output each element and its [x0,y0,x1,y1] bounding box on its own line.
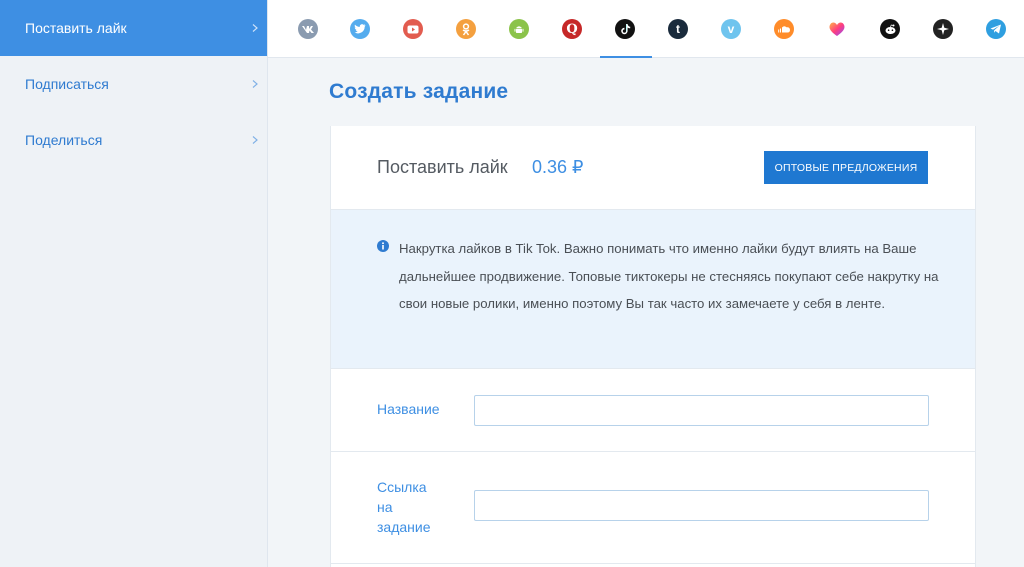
info-icon [377,239,389,252]
form-row-name: Название [331,369,975,452]
name-label: Название [377,401,440,417]
chevron-right-icon [251,24,259,32]
youtube-icon[interactable] [403,19,423,39]
vimeo-icon[interactable]: v [721,19,741,39]
task-price: 0.36 ₽ [532,157,584,177]
android-icon[interactable] [509,19,529,39]
task-card-header: Поставить лайк 0.36 ₽ ОПТОВЫЕ ПРЕДЛОЖЕНИ… [331,126,975,210]
task-link-input[interactable] [474,490,929,521]
info-text: Накрутка лайков в Tik Tok. Важно понимат… [399,241,939,311]
sidebar-item-share[interactable]: Поделиться [0,112,267,168]
sidebar: Поставить лайк Подписаться Поделиться [0,0,268,567]
odnoklassniki-icon[interactable] [456,19,476,39]
name-input[interactable] [474,395,929,426]
soundcloud-icon[interactable] [774,19,794,39]
sidebar-item-subscribe[interactable]: Подписаться [0,56,267,112]
sidebar-item-label: Поделиться [25,132,103,148]
chevron-right-icon [251,80,259,88]
telegram-icon[interactable] [986,19,1006,39]
info-panel: Накрутка лайков в Tik Tok. Важно понимат… [331,210,975,369]
likee-icon[interactable] [827,19,847,39]
compass-icon[interactable] [933,19,953,39]
page-title: Создать задание [329,80,509,103]
active-tab-indicator [600,56,652,58]
reddit-icon[interactable] [880,19,900,39]
social-network-bar: Q t v [268,0,1024,58]
form-row-link: Ссылка на задание [331,452,975,564]
task-link-label: Ссылка на задание [377,479,431,535]
wholesale-offers-button[interactable]: ОПТОВЫЕ ПРЕДЛОЖЕНИЯ [764,151,928,184]
sidebar-item-like[interactable]: Поставить лайк [0,0,267,56]
twitter-icon[interactable] [350,19,370,39]
tiktok-icon[interactable] [615,19,635,39]
quora-icon[interactable]: Q [562,19,582,39]
tumblr-icon[interactable]: t [668,19,688,39]
sidebar-item-label: Поставить лайк [25,20,127,36]
vk-icon[interactable] [298,19,318,39]
task-card: Поставить лайк 0.36 ₽ ОПТОВЫЕ ПРЕДЛОЖЕНИ… [330,126,976,567]
chevron-right-icon [251,136,259,144]
task-type-title: Поставить лайк [377,157,508,177]
sidebar-item-label: Подписаться [25,76,109,92]
